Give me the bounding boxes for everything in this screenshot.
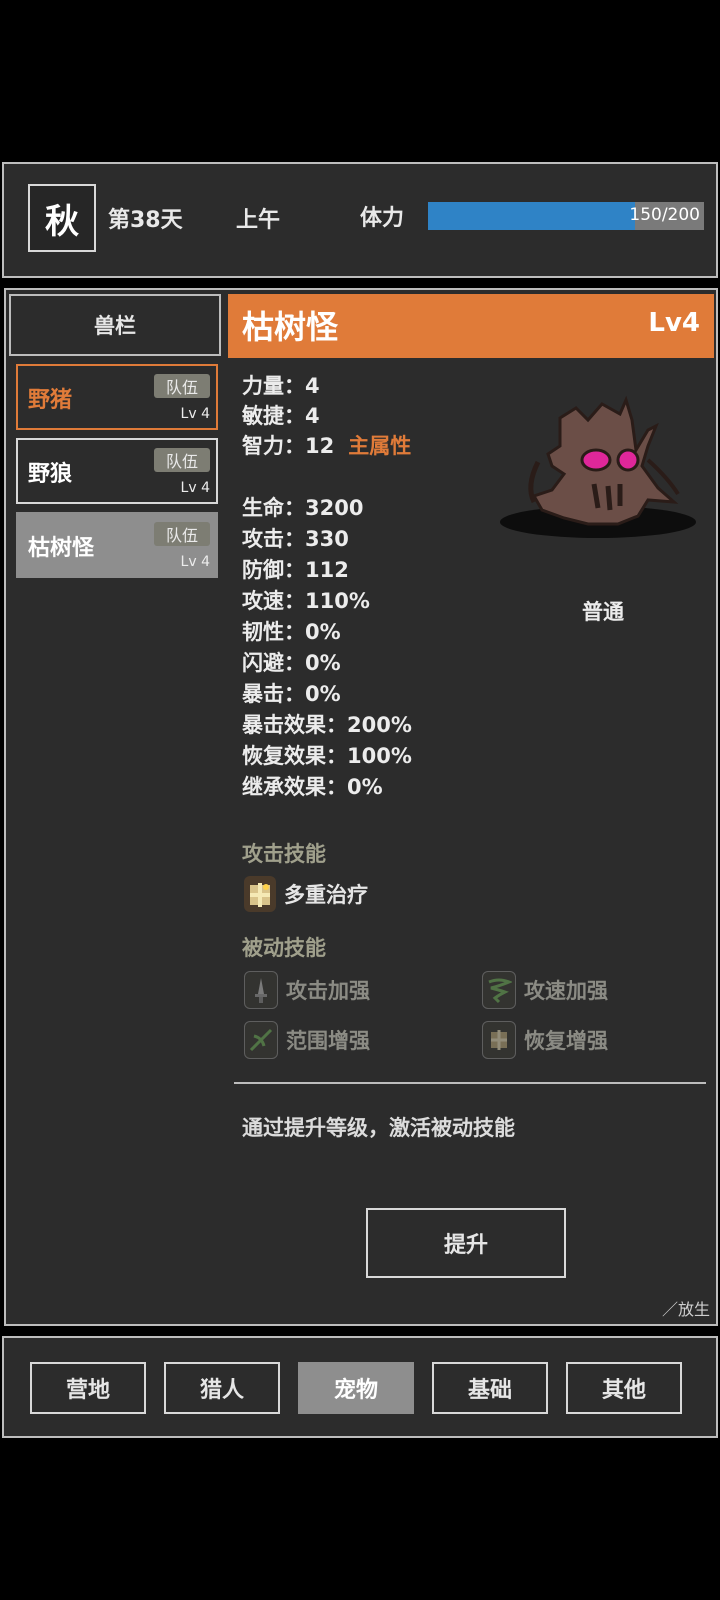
passive-skill-label: 恢复增强 — [524, 1029, 608, 1053]
stat-inherit-effect: 继承效果：0% — [242, 775, 383, 799]
tab-hunter[interactable]: 猎人 — [164, 1362, 280, 1414]
stamina-value: 150/200 — [629, 205, 700, 225]
pet-name: 枯树怪 — [242, 308, 339, 346]
stat-recovery-effect: 恢复效果：100% — [242, 744, 412, 768]
stat-strength-text: 力量：4 — [242, 374, 320, 398]
passive-skill-attack-speed-boost[interactable]: 攻速加强 — [482, 970, 608, 1010]
pet-card-name: 野狼 — [28, 462, 73, 487]
pet-card-treant[interactable]: 枯树怪 队伍 Lv 4 — [16, 512, 218, 578]
sword-icon — [244, 971, 278, 1009]
team-badge: 队伍 — [154, 522, 210, 546]
tab-camp[interactable]: 营地 — [30, 1362, 146, 1414]
main-attribute-tag: 主属性 — [348, 434, 412, 458]
stamina-fill — [428, 202, 635, 230]
season-badge: 秋 — [28, 184, 96, 252]
pet-card-name: 野猪 — [28, 388, 73, 413]
passive-skills-title: 被动技能 — [242, 936, 326, 960]
pet-name-bar: 枯树怪 Lv4 — [228, 294, 714, 358]
attack-skills-title: 攻击技能 — [242, 842, 326, 866]
stat-crit: 暴击：0% — [242, 682, 341, 706]
pet-card-level: Lv 4 — [180, 480, 210, 496]
stamina-label: 体力 — [360, 206, 405, 231]
pet-card-wolf[interactable]: 野狼 队伍 Lv 4 — [16, 438, 218, 504]
passive-skill-label: 范围增强 — [286, 1029, 370, 1053]
stat-hp: 生命：3200 — [242, 496, 364, 520]
day-counter: 第38天 — [108, 208, 183, 233]
pet-card-name: 枯树怪 — [28, 536, 95, 561]
recovery-icon — [482, 1021, 516, 1059]
pet-detail-panel: 枯树怪 Lv4 力量：4 敏捷：4 智力：12 主属性 生命：3200 攻击：33… — [228, 288, 718, 1326]
stat-agility: 敏捷：4 — [242, 400, 320, 430]
pet-card-level: Lv 4 — [180, 406, 210, 422]
stat-intellect-text: 智力：12 — [242, 434, 335, 458]
attack-type: 普通 — [582, 600, 624, 624]
stat-strength: 力量：4 — [242, 370, 320, 400]
stat-defense: 防御：112 — [242, 558, 349, 582]
status-header: 秋 第38天 上午 体力 150/200 — [2, 162, 718, 278]
stat-agility-text: 敏捷：4 — [242, 404, 320, 428]
upgrade-hint: 通过提升等级，激活被动技能 — [242, 1116, 515, 1140]
pet-list-title: 兽栏 — [9, 294, 221, 356]
team-badge: 队伍 — [154, 448, 210, 472]
pet-level: Lv4 — [648, 308, 700, 338]
passive-skill-range-boost[interactable]: 范围增强 — [244, 1020, 370, 1060]
stat-toughness: 韧性：0% — [242, 620, 341, 644]
stat-dodge: 闪避：0% — [242, 651, 341, 675]
tab-other[interactable]: 其他 — [566, 1362, 682, 1414]
stat-intellect: 智力：12 主属性 — [242, 430, 411, 460]
stat-crit-effect: 暴击效果：200% — [242, 713, 412, 737]
passive-skill-recovery-boost[interactable]: 恢复增强 — [482, 1020, 608, 1060]
passive-skill-attack-boost[interactable]: 攻击加强 — [244, 970, 370, 1010]
attack-skill-label: 多重治疗 — [284, 883, 368, 907]
tab-pets[interactable]: 宠物 — [298, 1362, 414, 1414]
treant-portrait-icon — [500, 395, 696, 538]
release-link[interactable]: ／放生 — [662, 1296, 710, 1320]
whirlwind-icon — [482, 971, 516, 1009]
attack-skill-multi-heal[interactable]: 多重治疗 — [244, 874, 368, 914]
stamina-bar: 150/200 — [428, 202, 704, 230]
pet-card-level: Lv 4 — [180, 554, 210, 570]
passive-skill-label: 攻速加强 — [524, 979, 608, 1003]
time-of-day: 上午 — [236, 208, 281, 233]
divider — [234, 1082, 706, 1084]
tab-basics[interactable]: 基础 — [432, 1362, 548, 1414]
bottom-navigation: 营地 猎人 宠物 基础 其他 — [2, 1336, 718, 1438]
passive-skill-label: 攻击加强 — [286, 979, 370, 1003]
multi-heal-icon — [244, 876, 276, 912]
team-badge: 队伍 — [154, 374, 210, 398]
pet-list-panel: 兽栏 野猪 队伍 Lv 4 野狼 队伍 Lv 4 枯树怪 队伍 Lv 4 — [4, 288, 230, 1326]
upgrade-button[interactable]: 提升 — [366, 1208, 566, 1278]
stat-attack: 攻击：330 — [242, 527, 349, 551]
stat-attack-speed: 攻速：110% — [242, 589, 370, 613]
range-icon — [244, 1021, 278, 1059]
pet-card-boar[interactable]: 野猪 队伍 Lv 4 — [16, 364, 218, 430]
